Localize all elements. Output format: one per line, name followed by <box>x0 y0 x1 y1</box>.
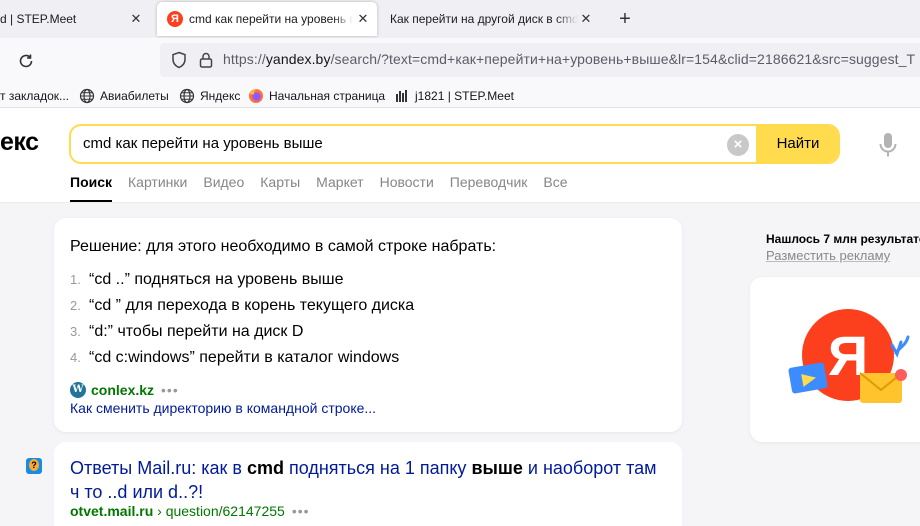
result-title-part: подняться на 1 папку <box>283 458 472 478</box>
source-host-link[interactable]: conlex.kz <box>91 382 154 398</box>
url-text[interactable]: https://yandex.by/search/?text=cmd+как+п… <box>223 51 915 67</box>
result-url[interactable]: otvet.mail.ru › question/62147255 ••• <box>70 503 310 519</box>
tab-close-icon[interactable]: ✕ <box>578 11 594 27</box>
new-tab-button[interactable]: + <box>614 8 636 30</box>
step-text: “cd ” для перехода в корень текущего дис… <box>89 297 415 314</box>
tab-title: Как перейти на другой диск в cmd <box>390 12 578 26</box>
list-item: 3. “d:” чтобы перейти на диск D <box>70 323 414 349</box>
tab-step-meet[interactable]: d | STEP.Meet ✕ <box>0 0 150 38</box>
tab-market[interactable]: Маркет <box>316 174 363 194</box>
globe-icon <box>179 88 195 104</box>
answer-title: Решение: для этого необходимо в самой ст… <box>70 238 497 255</box>
bookmark-other[interactable]: т закладок... <box>0 84 69 108</box>
url-path: /search/?text=cmd+как+перейти+на+уровень… <box>330 51 916 67</box>
browser-nav-bar: https://yandex.by/search/?text=cmd+как+п… <box>0 38 920 84</box>
tab-yandex-search[interactable]: Я cmd как перейти на уровень выше ✕ <box>157 2 377 36</box>
step-meet-icon <box>396 90 407 102</box>
url-host: yandex.by <box>265 51 331 67</box>
bookmark-yandex[interactable]: Яндекс <box>179 84 240 108</box>
step-text: “cd ..” подняться на уровень выше <box>89 271 344 288</box>
reload-icon[interactable] <box>16 51 36 71</box>
bookmark-label: Яндекс <box>200 89 241 103</box>
microphone-icon[interactable] <box>878 132 898 158</box>
mail-ru-favicon <box>26 458 42 474</box>
bookmark-label: т закладок... <box>0 89 69 103</box>
bookmark-step-meet[interactable]: j1821 | STEP.Meet <box>394 84 514 108</box>
source-article-link[interactable]: Как сменить директорию в командной строк… <box>70 400 376 416</box>
result-title-part: Ответы Mail.ru: как в <box>70 458 247 478</box>
list-item: 2. “cd ” для перехода в корень текущего … <box>70 297 414 323</box>
step-number: 1. <box>70 272 81 287</box>
tab-close-icon[interactable]: ✕ <box>128 11 144 27</box>
result-host: otvet.mail.ru <box>70 503 154 519</box>
result-title-highlight: cmd <box>246 458 284 478</box>
promo-card[interactable]: Я <box>750 277 920 442</box>
results-count: Нашлось 7 млн результатов <box>766 232 920 246</box>
tracking-shield-icon[interactable] <box>170 51 188 69</box>
bookmark-label: Начальная страница <box>269 89 386 103</box>
tab-maps[interactable]: Карты <box>260 174 300 194</box>
result-title-link[interactable]: Ответы Mail.ru: как в cmd подняться на 1… <box>70 456 670 504</box>
answer-source: W conlex.kz ••• <box>70 381 179 399</box>
answer-steps: 1. “cd ..” подняться на уровень выше 2. … <box>70 271 414 375</box>
search-box: cmd как перейти на уровень выше × Найти <box>69 124 840 164</box>
tab-images[interactable]: Картинки <box>128 174 187 194</box>
list-item: 4. “cd c:windows” перейти в каталог wind… <box>70 349 414 375</box>
step-number: 2. <box>70 298 81 313</box>
wordpress-icon: W <box>70 382 86 398</box>
result-path: › question/62147255 <box>153 503 285 519</box>
place-ad-link[interactable]: Разместить рекламу <box>766 248 890 263</box>
bookmark-label: Авиабилеты <box>100 89 169 103</box>
yandex-promo-illustration: Я <box>788 309 910 403</box>
search-input[interactable]: cmd как перейти на уровень выше <box>83 135 323 152</box>
yandex-favicon: Я <box>167 11 183 27</box>
search-service-tabs: Поиск Картинки Видео Карты Маркет Новост… <box>70 174 584 194</box>
tab-title: cmd как перейти на уровень выше <box>189 12 353 26</box>
bookmark-aviabilety[interactable]: Авиабилеты <box>79 84 169 108</box>
more-options-icon[interactable]: ••• <box>292 503 310 519</box>
quick-answer-card: Решение: для этого необходимо в самой ст… <box>54 218 682 432</box>
tab-all[interactable]: Все <box>543 174 567 194</box>
tab-translator[interactable]: Переводчик <box>450 174 528 194</box>
bookmarks-bar: т закладок... Авиабилеты Яндекс Начальна… <box>0 84 920 108</box>
more-options-icon[interactable]: ••• <box>161 382 179 398</box>
lock-icon[interactable] <box>198 51 214 69</box>
step-text: “cd c:windows” перейти в каталог windows <box>89 349 400 366</box>
globe-icon <box>79 88 95 104</box>
step-text: “d:” чтобы перейти на диск D <box>89 323 304 340</box>
bookmark-start-page[interactable]: Начальная страница <box>248 84 385 108</box>
tab-search[interactable]: Поиск <box>70 174 112 194</box>
browser-tab-bar: d | STEP.Meet ✕ Я cmd как перейти на уро… <box>0 0 920 38</box>
tab-other-disk[interactable]: Как перейти на другой диск в cmd ✕ <box>380 0 600 38</box>
step-number: 4. <box>70 350 81 365</box>
tab-video[interactable]: Видео <box>203 174 244 194</box>
tab-close-icon[interactable]: ✕ <box>355 11 371 27</box>
bookmark-label: j1821 | STEP.Meet <box>415 89 514 103</box>
search-button[interactable]: Найти <box>756 126 838 162</box>
step-number: 3. <box>70 324 81 339</box>
yandex-logo[interactable]: екс <box>0 128 39 157</box>
address-bar[interactable]: https://yandex.by/search/?text=cmd+как+п… <box>160 43 920 77</box>
tab-news[interactable]: Новости <box>380 174 434 194</box>
url-scheme: https:// <box>223 51 266 67</box>
firefox-icon <box>249 89 263 103</box>
clear-search-icon[interactable]: × <box>727 134 749 156</box>
list-item: 1. “cd ..” подняться на уровень выше <box>70 271 414 297</box>
result-title-highlight: выше <box>471 458 523 478</box>
tab-title: d | STEP.Meet <box>0 12 77 26</box>
